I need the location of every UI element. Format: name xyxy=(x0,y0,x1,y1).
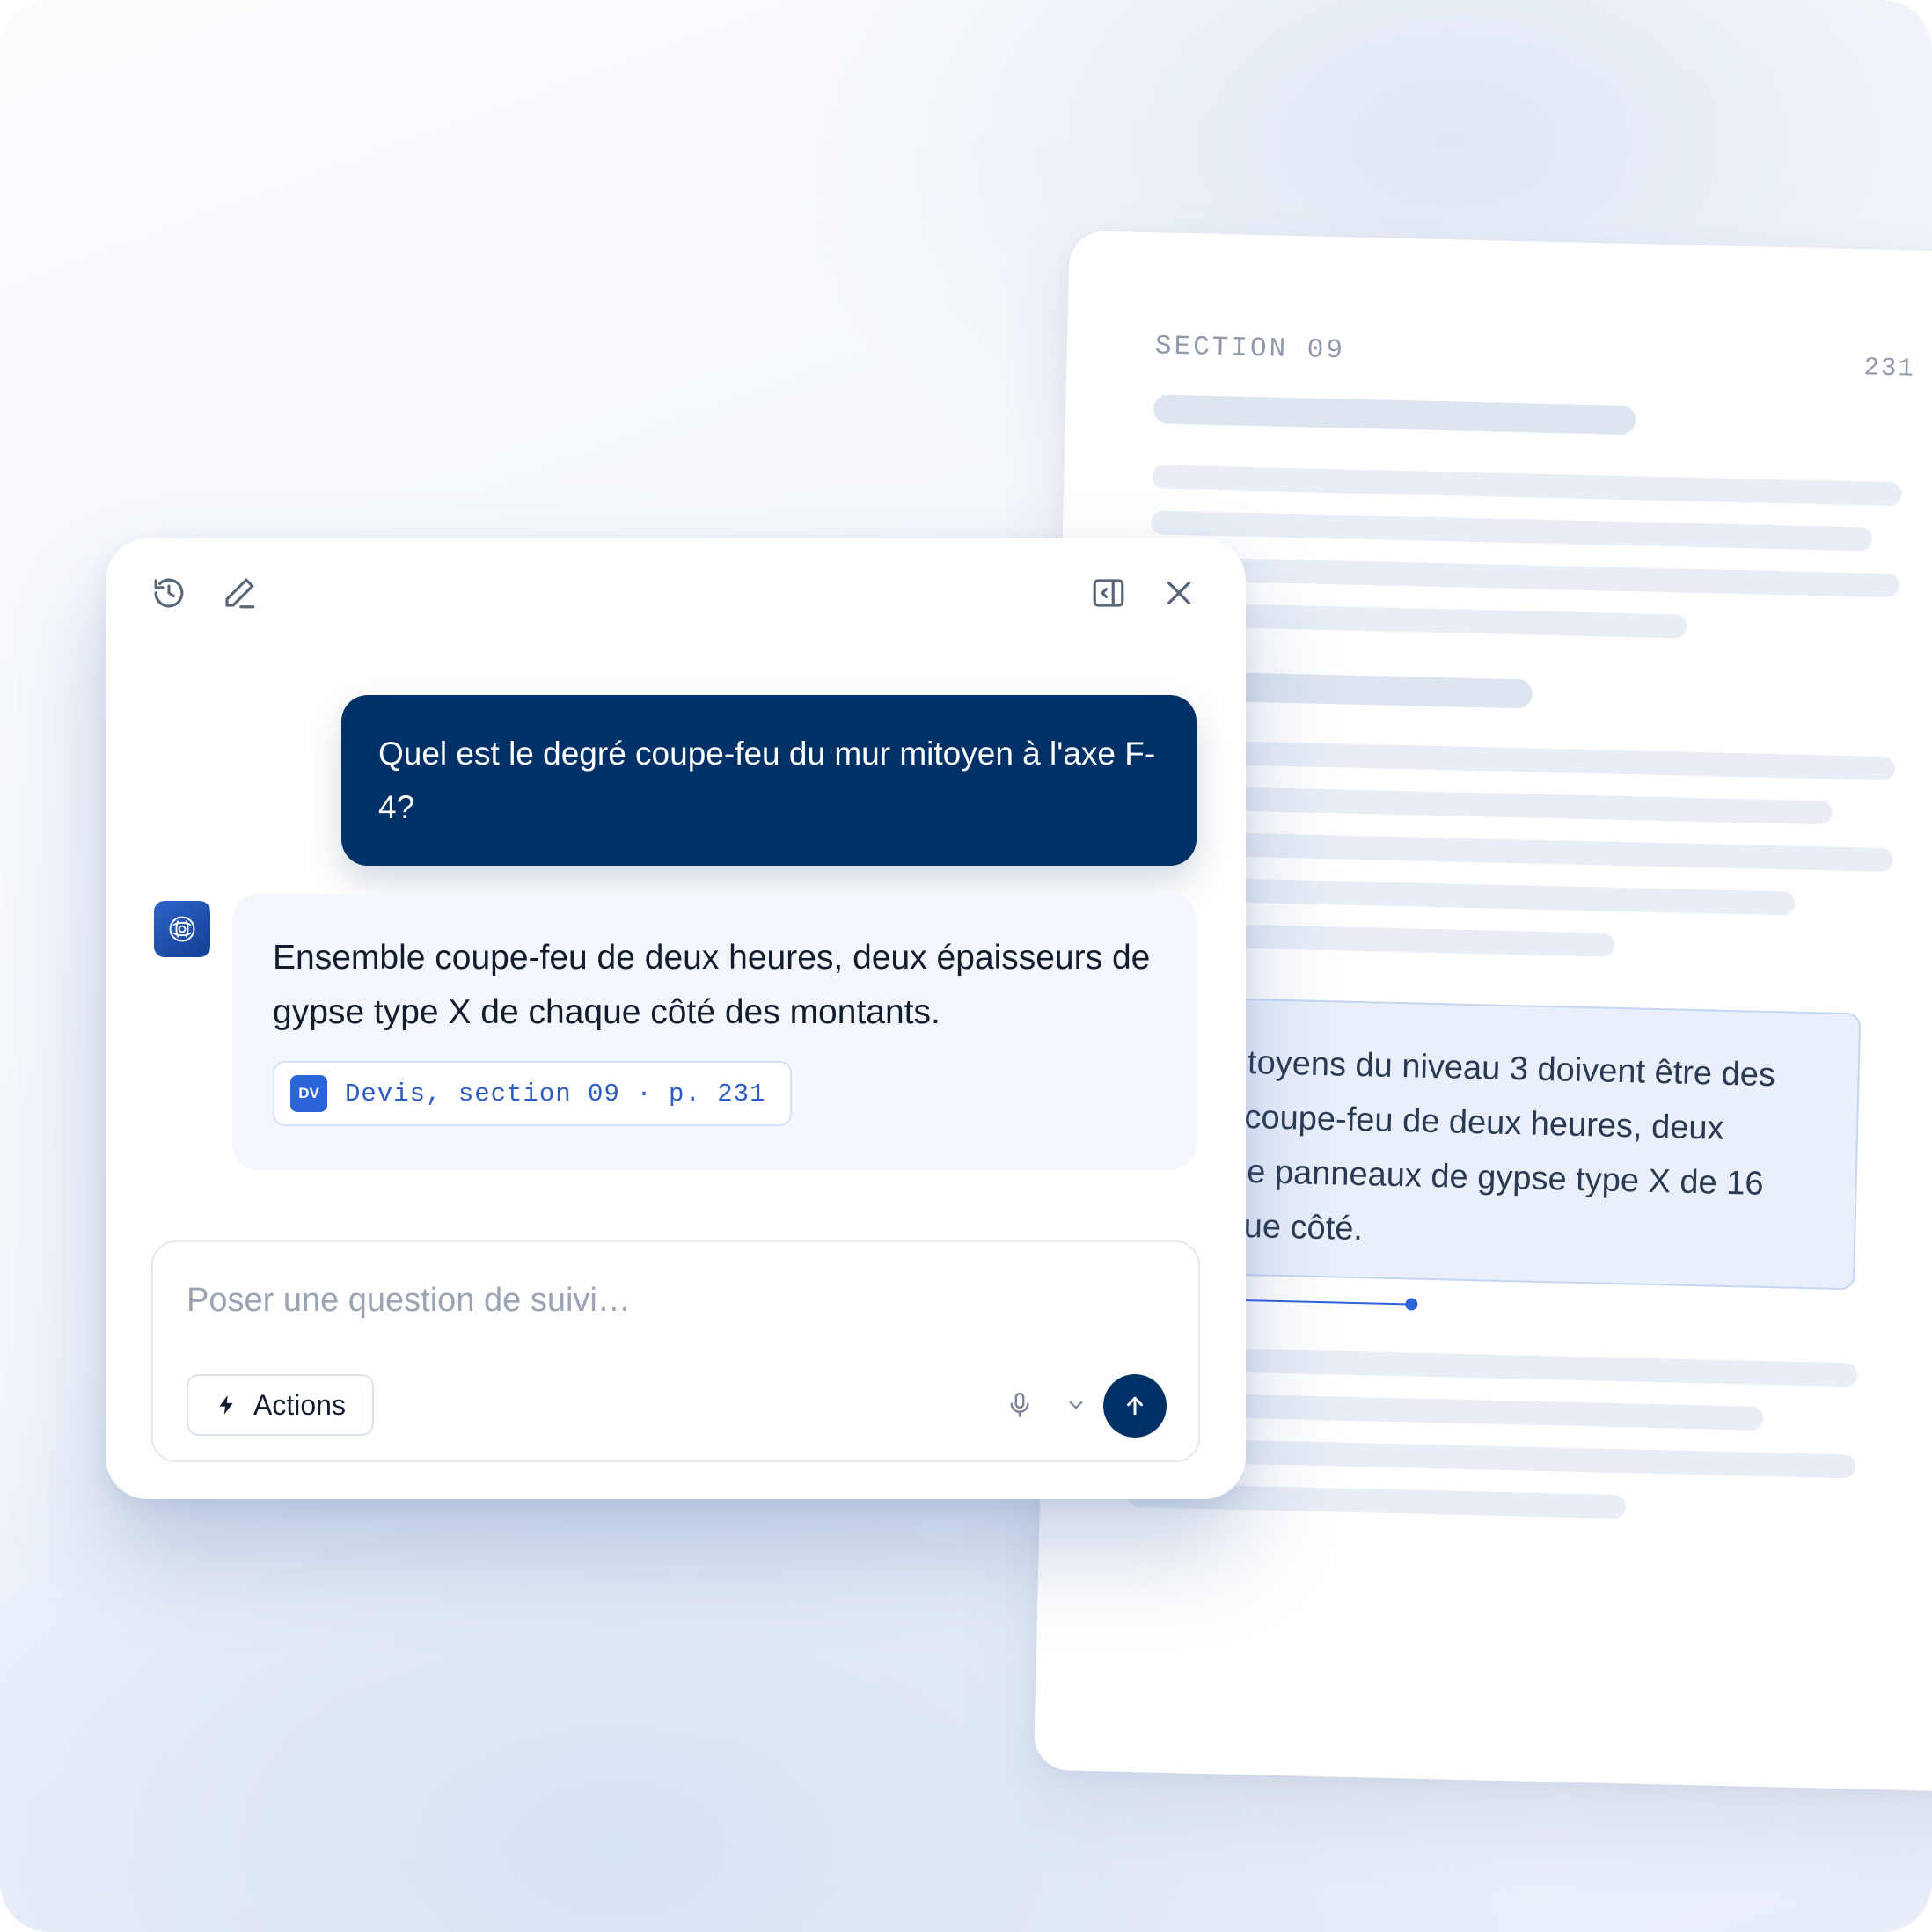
microphone-icon xyxy=(1010,1393,1029,1417)
history-icon xyxy=(154,578,184,608)
new-chat-button[interactable] xyxy=(216,570,262,616)
text-placeholder-line xyxy=(1144,785,1833,825)
voice-input-button[interactable] xyxy=(998,1383,1042,1427)
text-placeholder-line xyxy=(1152,465,1902,507)
voice-options-button[interactable] xyxy=(1054,1383,1098,1427)
user-message: Quel est le degré coupe-feu du mur mitoy… xyxy=(341,695,1197,866)
message-composer: Actions xyxy=(151,1240,1200,1462)
assistant-message: Ensemble coupe-feu de deux heures, deux … xyxy=(232,894,1197,1170)
sidebar-collapse-icon xyxy=(1093,579,1124,607)
text-placeholder-line xyxy=(1145,739,1896,781)
text-placeholder-line xyxy=(1149,556,1900,598)
assistant-logo-icon xyxy=(169,916,195,942)
text-placeholder-heading xyxy=(1153,394,1636,435)
citation-label: Devis, section 09 · p. 231 xyxy=(345,1079,766,1109)
source-citation-chip[interactable]: DV Devis, section 09 · p. 231 xyxy=(273,1061,793,1126)
assistant-message-text: Ensemble coupe-feu de deux heures, deux … xyxy=(273,939,1151,1031)
assistant-avatar xyxy=(154,901,210,957)
document-page-number: 231 xyxy=(1863,353,1916,384)
actions-button[interactable]: Actions xyxy=(187,1374,374,1436)
arrow-up-icon xyxy=(1127,1396,1143,1416)
assistant-chat-panel: Quel est le degré coupe-feu du mur mitoy… xyxy=(106,538,1246,1499)
text-placeholder-line xyxy=(1143,831,1893,873)
actions-button-label: Actions xyxy=(253,1388,346,1421)
citation-source-badge: DV xyxy=(290,1075,327,1112)
history-button[interactable] xyxy=(146,570,192,616)
citation-anchor-dot xyxy=(1405,1298,1418,1311)
lightning-icon xyxy=(219,1395,233,1415)
text-placeholder-line xyxy=(1150,510,1873,552)
chevron-down-icon xyxy=(1069,1401,1083,1409)
document-section-label: SECTION 09 xyxy=(1154,331,1346,367)
pencil-icon xyxy=(225,578,255,609)
collapse-panel-button[interactable] xyxy=(1086,570,1131,616)
close-icon xyxy=(1167,581,1191,605)
background-stage: SECTION 09 231 rs mitoyens du niveau 3 d… xyxy=(0,0,1932,1932)
close-button[interactable] xyxy=(1156,570,1202,616)
send-button[interactable] xyxy=(1103,1374,1167,1438)
follow-up-input[interactable] xyxy=(187,1274,1066,1327)
